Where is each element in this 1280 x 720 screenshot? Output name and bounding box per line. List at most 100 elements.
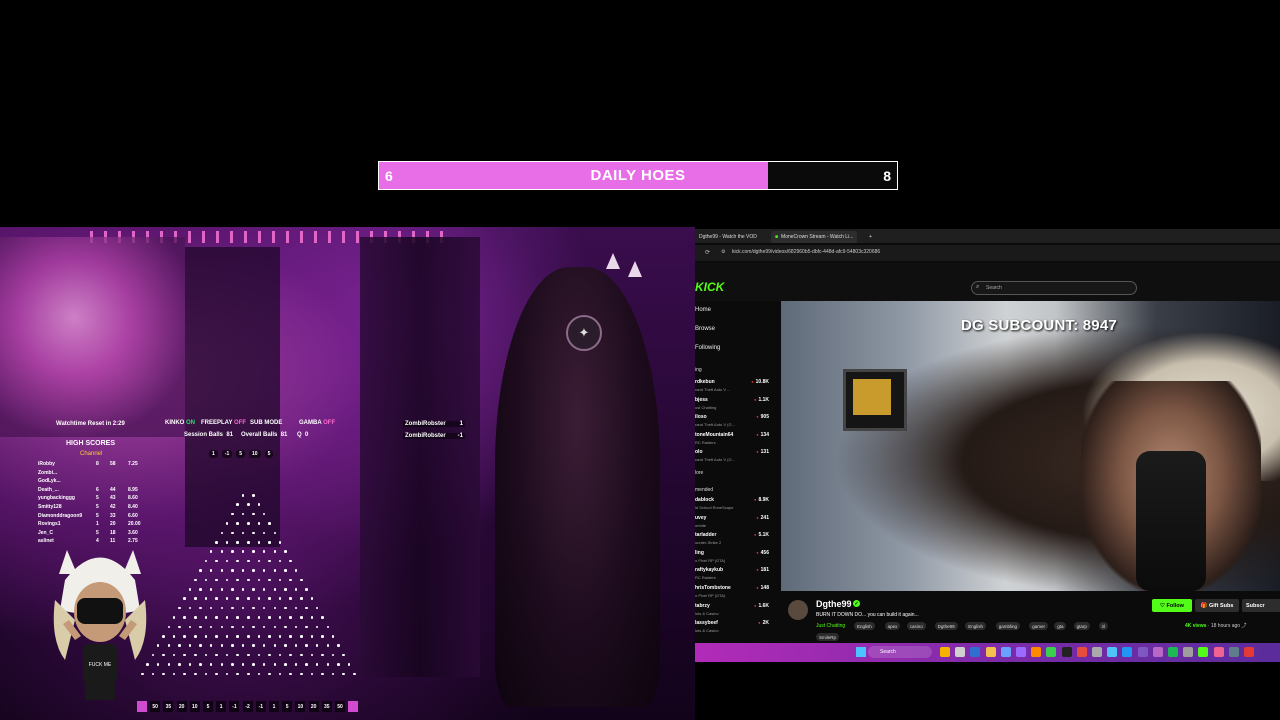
- bet-chip[interactable]: 5: [236, 450, 246, 458]
- channel-avatar[interactable]: [788, 600, 808, 620]
- nav-following[interactable]: Following: [695, 345, 720, 351]
- sidebar-channel[interactable]: toneMountain64 134 RC Raiders: [695, 432, 773, 445]
- browser-tab-active[interactable]: ■ MoneCrown Stream - Watch Li...: [771, 231, 857, 243]
- taskbar-app-icon[interactable]: [985, 647, 996, 657]
- sidebar-channel[interactable]: bjess 1.1K ust Chatting: [695, 397, 773, 410]
- start-menu-icon[interactable]: [856, 647, 866, 657]
- stream-tag[interactable]: casino: [906, 622, 926, 630]
- taskbar-app-icon[interactable]: [1016, 647, 1026, 657]
- bet-chip[interactable]: 10: [249, 450, 261, 458]
- sub-mode-label: SUB MODE: [250, 420, 283, 426]
- gamba-label: GAMBA: [299, 420, 322, 426]
- stream-tag[interactable]: irl: [1098, 622, 1109, 630]
- wall-picture: [853, 379, 891, 415]
- taskbar-app-icon[interactable]: [1046, 647, 1057, 657]
- sidebar-channel[interactable]: dablock 8.9K ld School RuneScape: [695, 497, 773, 510]
- taskbar-app-icon[interactable]: [940, 647, 950, 657]
- kick-search-input[interactable]: Search: [971, 281, 1137, 295]
- sidebar-channel[interactable]: rdkebun 10.8K rand Theft Auto V ...: [695, 379, 773, 392]
- plinko-peg: [353, 672, 356, 676]
- reload-icon[interactable]: ⟳: [705, 249, 710, 256]
- session-balls: Session Balls 81: [184, 432, 233, 438]
- stream-tag[interactable]: gambling: [995, 622, 1021, 630]
- taskbar-search[interactable]: Search: [868, 646, 932, 658]
- taskbar-app-icon[interactable]: [1107, 647, 1118, 657]
- plinko-bucket: 20: [176, 701, 187, 712]
- taskbar-app-icon[interactable]: [1168, 647, 1178, 657]
- taskbar-app-icon[interactable]: [1152, 647, 1163, 657]
- sidebar-channel[interactable]: ling 456 o Pixel RP (GTA): [695, 550, 773, 563]
- plinko-peg: [178, 663, 181, 666]
- stream-title: BURN IT DOWN DO... you can build it agai…: [816, 612, 919, 618]
- plinko-peg: [268, 597, 271, 600]
- taskbar-app-icon[interactable]: [955, 647, 966, 657]
- plinko-peg: [247, 578, 250, 582]
- plinko-peg: [310, 597, 314, 600]
- plinko-peg: [220, 663, 223, 666]
- url-text[interactable]: kick.com/dgthe99/videos/682960b5-dbfc-44…: [732, 249, 880, 255]
- plinko-peg: [273, 531, 276, 535]
- channel-name[interactable]: Dgthe99: [816, 599, 852, 609]
- stream-tag[interactable]: Dgthe99: [934, 622, 958, 630]
- sidebar-channel[interactable]: tabrzy 1.6K lots & Casino: [695, 603, 773, 616]
- sidebar-channel-name: tarladder: [695, 532, 717, 539]
- taskbar-app-icon[interactable]: [1137, 647, 1148, 657]
- sidebar-channel[interactable]: tarladder 5.1K ounter-Strike 2: [695, 532, 773, 545]
- plinko-peg: [273, 644, 276, 647]
- plinko-peg: [199, 625, 202, 629]
- sidebar-channel[interactable]: olo 131 rand Theft Auto V (G...: [695, 449, 773, 462]
- plinko-peg: [300, 635, 303, 638]
- high-score-name: Smitty128: [38, 504, 62, 510]
- kick-logo[interactable]: KICK: [695, 280, 724, 294]
- stream-tag[interactable]: gtarp: [1073, 622, 1090, 630]
- bet-chip[interactable]: 5: [264, 450, 274, 458]
- share-icon[interactable]: ⤴: [1241, 623, 1246, 629]
- plinko-peg: [247, 503, 250, 506]
- plinko-bucket: 1: [216, 701, 227, 712]
- taskbar-app-icon[interactable]: [1076, 647, 1087, 657]
- taskbar-app-icon[interactable]: [1092, 647, 1102, 657]
- follow-button[interactable]: ♡ Follow: [1152, 599, 1192, 612]
- taskbar-app-icon[interactable]: [1244, 647, 1254, 657]
- stream-tag[interactable]: SmileRp: [816, 633, 840, 641]
- plinko-peg: [247, 672, 250, 676]
- plinko-peg: [183, 597, 186, 600]
- bet-chip[interactable]: -1: [221, 450, 233, 458]
- sidebar-channel[interactable]: uvey 241 ortnite: [695, 515, 773, 528]
- stream-tag[interactable]: gta: [1054, 622, 1067, 630]
- bet-chip[interactable]: 1: [209, 450, 218, 458]
- nav-home[interactable]: Home: [695, 307, 711, 313]
- browser-tab[interactable]: Dgthe99 - Watch the VOD: [695, 231, 773, 243]
- high-scores-subtitle: Channel: [80, 451, 103, 457]
- taskbar-app-icon[interactable]: [1213, 647, 1224, 657]
- taskbar-app-icon[interactable]: [1031, 647, 1042, 657]
- taskbar-app-icon[interactable]: [1122, 647, 1133, 657]
- stream-tag[interactable]: English: [965, 622, 986, 630]
- sidebar-channel-name: lassybeef: [695, 620, 718, 627]
- sidebar-channel[interactable]: hrisTombstone 148 o Pixel RP (GTA): [695, 585, 773, 598]
- sidebar-channel[interactable]: iloso 905 rand Theft Auto V (G...: [695, 414, 773, 427]
- show-more-link[interactable]: lore: [695, 470, 703, 476]
- avatar-shirt-text: FUCK ME: [89, 662, 112, 668]
- taskbar-app-icon[interactable]: [1198, 647, 1209, 657]
- taskbar-app-icon[interactable]: [970, 647, 981, 657]
- high-score-a: 5: [96, 512, 99, 519]
- gift-subs-button[interactable]: 🎁 Gift Subs: [1195, 599, 1239, 612]
- taskbar-app-icon[interactable]: [1228, 647, 1239, 657]
- stream-tag[interactable]: English: [854, 622, 875, 630]
- taskbar-app-icon[interactable]: [1183, 647, 1194, 657]
- site-info-icon[interactable]: ⚙: [721, 249, 725, 255]
- taskbar-app-icon[interactable]: [1061, 647, 1072, 657]
- stream-tag[interactable]: gamer: [1029, 622, 1048, 630]
- nav-browse[interactable]: Browse: [695, 326, 715, 332]
- plinko-peg: [273, 625, 276, 629]
- video-player[interactable]: [781, 301, 1280, 591]
- new-tab-button[interactable]: +: [865, 231, 872, 243]
- sidebar-channel[interactable]: lassybeef 2K lots & Casino: [695, 620, 773, 633]
- stream-category[interactable]: Just Chatting: [816, 623, 845, 629]
- sidebar-channel[interactable]: raftykaykub 181 RC Raiders: [695, 567, 773, 580]
- taskbar-app-icon[interactable]: [1000, 647, 1011, 657]
- high-score-a: 6: [96, 486, 99, 493]
- stream-tag[interactable]: apex: [884, 622, 901, 630]
- subscribe-button[interactable]: Subscr: [1242, 599, 1280, 612]
